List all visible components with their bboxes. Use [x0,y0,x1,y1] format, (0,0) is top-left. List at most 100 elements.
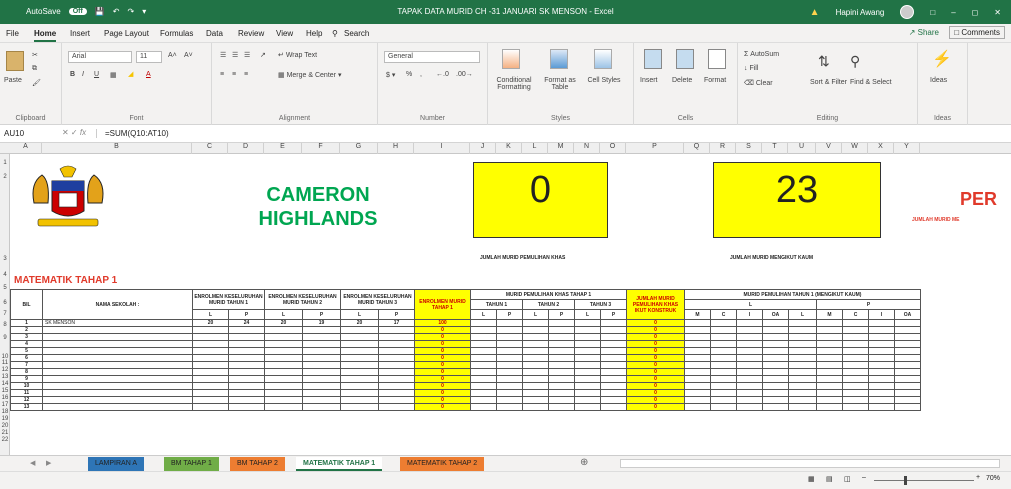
cell-enrolmen[interactable] [302,361,341,369]
cell-kaum[interactable] [816,347,843,355]
cell-kaum[interactable] [788,375,817,383]
avatar[interactable] [900,5,915,19]
header-gender[interactable]: P [600,309,627,320]
cell-pemulihan[interactable] [574,382,601,390]
cell-kaum[interactable] [710,354,737,362]
copy-icon[interactable]: ⧉ [32,65,37,73]
cell-enrolmen[interactable] [302,396,341,404]
autosum-button[interactable]: Σ AutoSum [744,51,779,58]
header-gender[interactable]: L [264,309,303,320]
cell-pemulihan[interactable] [548,333,575,341]
cell-kaum[interactable] [894,389,921,397]
cell-kaum[interactable] [816,326,843,334]
cell-enrolmen[interactable] [378,382,415,390]
cell-kaum[interactable] [710,403,737,411]
zoom-slider-thumb[interactable] [904,476,907,485]
cell-pemulihan[interactable] [574,347,601,355]
cell-pemulihan[interactable] [496,326,523,334]
cell-kaum[interactable] [868,333,895,341]
cell-kaum[interactable] [868,375,895,383]
page-break-view-icon[interactable]: ◫ [844,475,851,483]
cell-enrolmen[interactable] [228,326,265,334]
bold-icon[interactable]: B [70,71,75,78]
function-icon[interactable]: ✕ ✓ fx [62,128,86,137]
cell-pemulihan[interactable] [522,326,549,334]
cell-pemulihan[interactable] [522,389,549,397]
horizontal-scrollbar[interactable] [620,459,1000,468]
cell-jumlah-pemulihan[interactable]: 0 [626,319,685,327]
cell-pemulihan[interactable] [600,382,627,390]
cell-kaum[interactable] [684,340,711,348]
kaum-total-cell[interactable]: 23 [713,162,881,238]
cell-kaum[interactable] [868,347,895,355]
maximize-icon[interactable]: ◻ [972,8,979,17]
sheet-tab[interactable]: LAMPIRAN A [88,457,145,471]
cell-kaum[interactable] [710,382,737,390]
cell-kaum[interactable] [842,389,869,397]
cell-enrolmen[interactable] [378,396,415,404]
tab-home[interactable]: Home [34,29,57,42]
cell-kaum[interactable] [762,340,789,348]
cell-kaum[interactable] [710,389,737,397]
cell-kaum[interactable] [736,389,763,397]
cell-nama-sekolah[interactable] [42,403,193,411]
column-header[interactable]: B [42,143,192,154]
font-name-select[interactable]: Arial [68,51,132,63]
column-header[interactable]: E [264,143,302,154]
ideas-button[interactable]: Ideas [930,77,947,84]
cell-pemulihan[interactable] [548,319,575,327]
cell-pemulihan[interactable] [522,354,549,362]
cell-kaum[interactable] [894,333,921,341]
row-header[interactable]: 17 [0,402,10,408]
tab-file[interactable]: File [6,29,19,38]
cell-kaum[interactable] [710,340,737,348]
tab-page-layout[interactable]: Page Layout [104,29,149,38]
cell-kaum[interactable] [762,396,789,404]
cell-enrolmen-tahap[interactable]: 0 [414,403,471,411]
cell-enrolmen[interactable] [228,361,265,369]
cell-pemulihan[interactable] [548,389,575,397]
cell-kaum[interactable] [788,361,817,369]
cell-enrolmen[interactable] [228,333,265,341]
borders-icon[interactable]: ▦ [110,71,117,79]
cell-pemulihan[interactable] [548,382,575,390]
header-kaum-l[interactable]: L [684,299,817,310]
cell-enrolmen[interactable] [192,389,229,397]
cell-enrolmen[interactable] [302,382,341,390]
cell-kaum[interactable] [894,354,921,362]
cell-kaum[interactable] [816,319,843,327]
cell-pemulihan[interactable] [496,396,523,404]
cell-enrolmen[interactable] [228,354,265,362]
find-select-button[interactable]: Find & Select [850,79,892,86]
column-header[interactable]: O [600,143,626,154]
header-gender[interactable]: L [340,309,379,320]
cell-pemulihan[interactable] [496,319,523,327]
cell-enrolmen-tahap[interactable]: 0 [414,347,471,355]
row-header[interactable]: 15 [0,388,10,394]
cell-pemulihan[interactable] [548,375,575,383]
cell-pemulihan[interactable] [574,396,601,404]
header-enrolmen-tahun-1[interactable]: ENROLMEN KESELURUHAN MURID TAHUN 1 [192,289,265,310]
cell-enrolmen[interactable] [192,375,229,383]
cell-pemulihan[interactable] [574,375,601,383]
cell-pemulihan[interactable] [496,340,523,348]
cell-pemulihan[interactable] [522,375,549,383]
cell-pemulihan[interactable] [470,340,497,348]
row-header[interactable]: 14 [0,381,10,387]
column-header[interactable]: N [574,143,600,154]
zoom-slider[interactable] [874,480,974,481]
cell-pemulihan[interactable] [548,326,575,334]
cell-kaum[interactable] [762,382,789,390]
cell-kaum[interactable] [788,347,817,355]
cell-bil[interactable]: 11 [10,389,43,397]
cell-kaum[interactable] [894,319,921,327]
cell-kaum[interactable] [762,368,789,376]
cell-pemulihan[interactable] [600,333,627,341]
cell-pemulihan[interactable] [496,389,523,397]
cell-enrolmen[interactable] [302,354,341,362]
cell-kaum[interactable] [736,326,763,334]
cell-enrolmen[interactable] [302,326,341,334]
paste-label[interactable]: Paste [4,77,22,84]
cell-pemulihan[interactable] [496,333,523,341]
number-format-select[interactable]: General [384,51,480,63]
